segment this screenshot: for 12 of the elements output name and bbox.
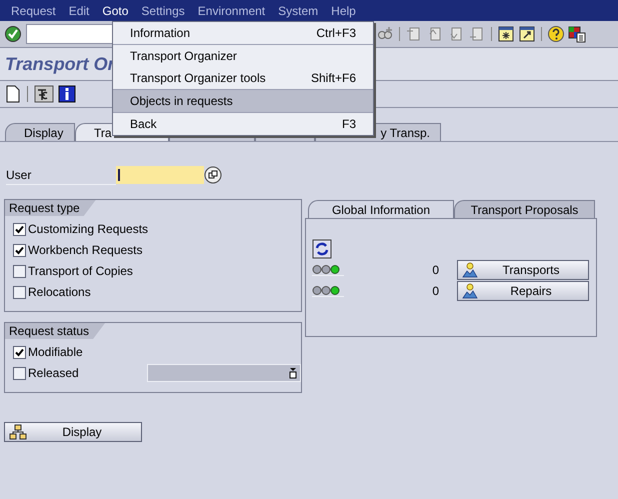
checkbox-label: Customizing Requests [28,221,146,238]
shortcut: Ctrl+F3 [316,25,356,42]
checkbox-label: Workbench Requests [28,242,144,259]
count: 0 [431,262,439,279]
checkbox-label: Modifiable [28,344,84,361]
count: 0 [431,283,439,300]
shortcut: Shift+F6 [310,70,356,87]
group-title: Request status [5,323,106,339]
checkbox-label: Relocations [28,284,92,301]
checkbox-label: Released [28,365,80,382]
checkbox-label: Transport of Copies [28,263,134,280]
group-title: Request type [5,200,96,216]
